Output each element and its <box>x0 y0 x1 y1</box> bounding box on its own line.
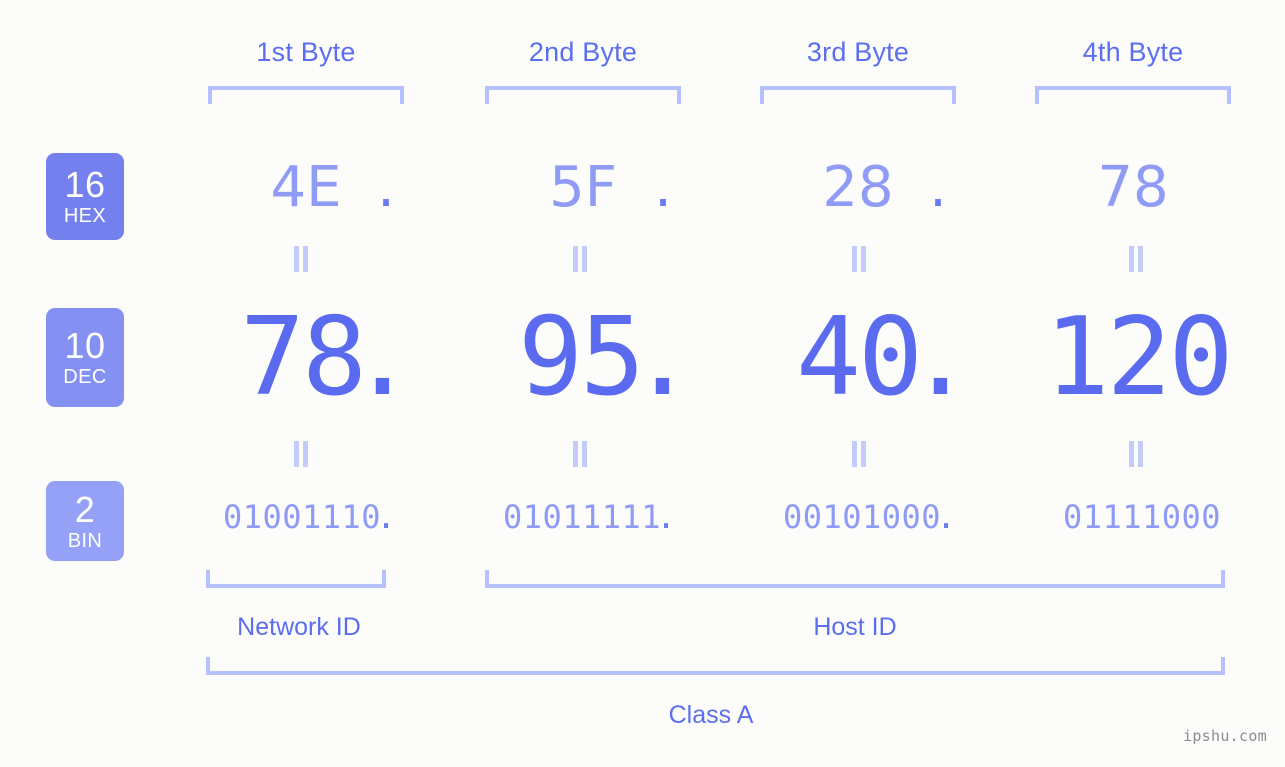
base-badge-hex-number: 16 <box>64 164 106 205</box>
equals-marker-hex-dec-1 <box>292 246 310 272</box>
byte-header-3: 3rd Byte <box>806 37 910 67</box>
equals-marker-dec-bin-3 <box>850 441 868 467</box>
base-badge-dec-name: DEC <box>63 366 107 388</box>
host-id-bracket <box>485 570 1225 588</box>
base-badge-dec: 10 DEC <box>46 308 124 407</box>
base-badge-bin-name: BIN <box>67 529 103 552</box>
site-watermark: ipshu.com <box>1183 727 1267 745</box>
byte-bracket-2 <box>485 86 681 104</box>
host-id-label: Host ID <box>813 613 897 641</box>
byte-header-4: 4th Byte <box>1082 37 1184 67</box>
byte-header-2: 2nd Byte <box>528 37 638 67</box>
hex-separator-3: . <box>929 155 947 220</box>
ip-address-diagram: 1st Byte 2nd Byte 3rd Byte 4th Byte 16 H… <box>0 0 1285 767</box>
bin-separator-3: . <box>936 498 956 536</box>
base-badge-bin-number: 2 <box>74 488 96 530</box>
equals-marker-dec-bin-4 <box>1127 441 1145 467</box>
network-id-label: Network ID <box>237 613 361 641</box>
class-label: Class A <box>668 701 754 729</box>
hex-separator-1: . <box>377 155 395 220</box>
equals-marker-hex-dec-4 <box>1127 246 1145 272</box>
bin-octet-4: 01111000 <box>1062 498 1222 536</box>
network-id-bracket <box>206 570 386 588</box>
hex-separator-2: . <box>654 155 672 220</box>
byte-bracket-4 <box>1035 86 1231 104</box>
dec-separator-2: . <box>630 295 696 420</box>
hex-octet-4: 78 <box>1097 155 1169 220</box>
dec-octet-4: 120 <box>1044 295 1233 420</box>
byte-header-1: 1st Byte <box>256 37 356 67</box>
bin-separator-1: . <box>376 498 396 536</box>
dec-separator-1: . <box>350 295 416 420</box>
equals-marker-dec-bin-2 <box>571 441 589 467</box>
equals-marker-dec-bin-1 <box>292 441 310 467</box>
equals-marker-hex-dec-2 <box>571 246 589 272</box>
equals-marker-hex-dec-3 <box>850 246 868 272</box>
bin-separator-2: . <box>656 498 676 536</box>
base-badge-hex-name: HEX <box>63 205 107 227</box>
byte-bracket-3 <box>760 86 956 104</box>
class-bracket <box>206 657 1225 675</box>
base-badge-bin: 2 BIN <box>46 481 124 561</box>
base-badge-dec-number: 10 <box>64 325 106 366</box>
byte-bracket-1 <box>208 86 404 104</box>
dec-separator-3: . <box>908 295 974 420</box>
base-badge-hex: 16 HEX <box>46 153 124 240</box>
